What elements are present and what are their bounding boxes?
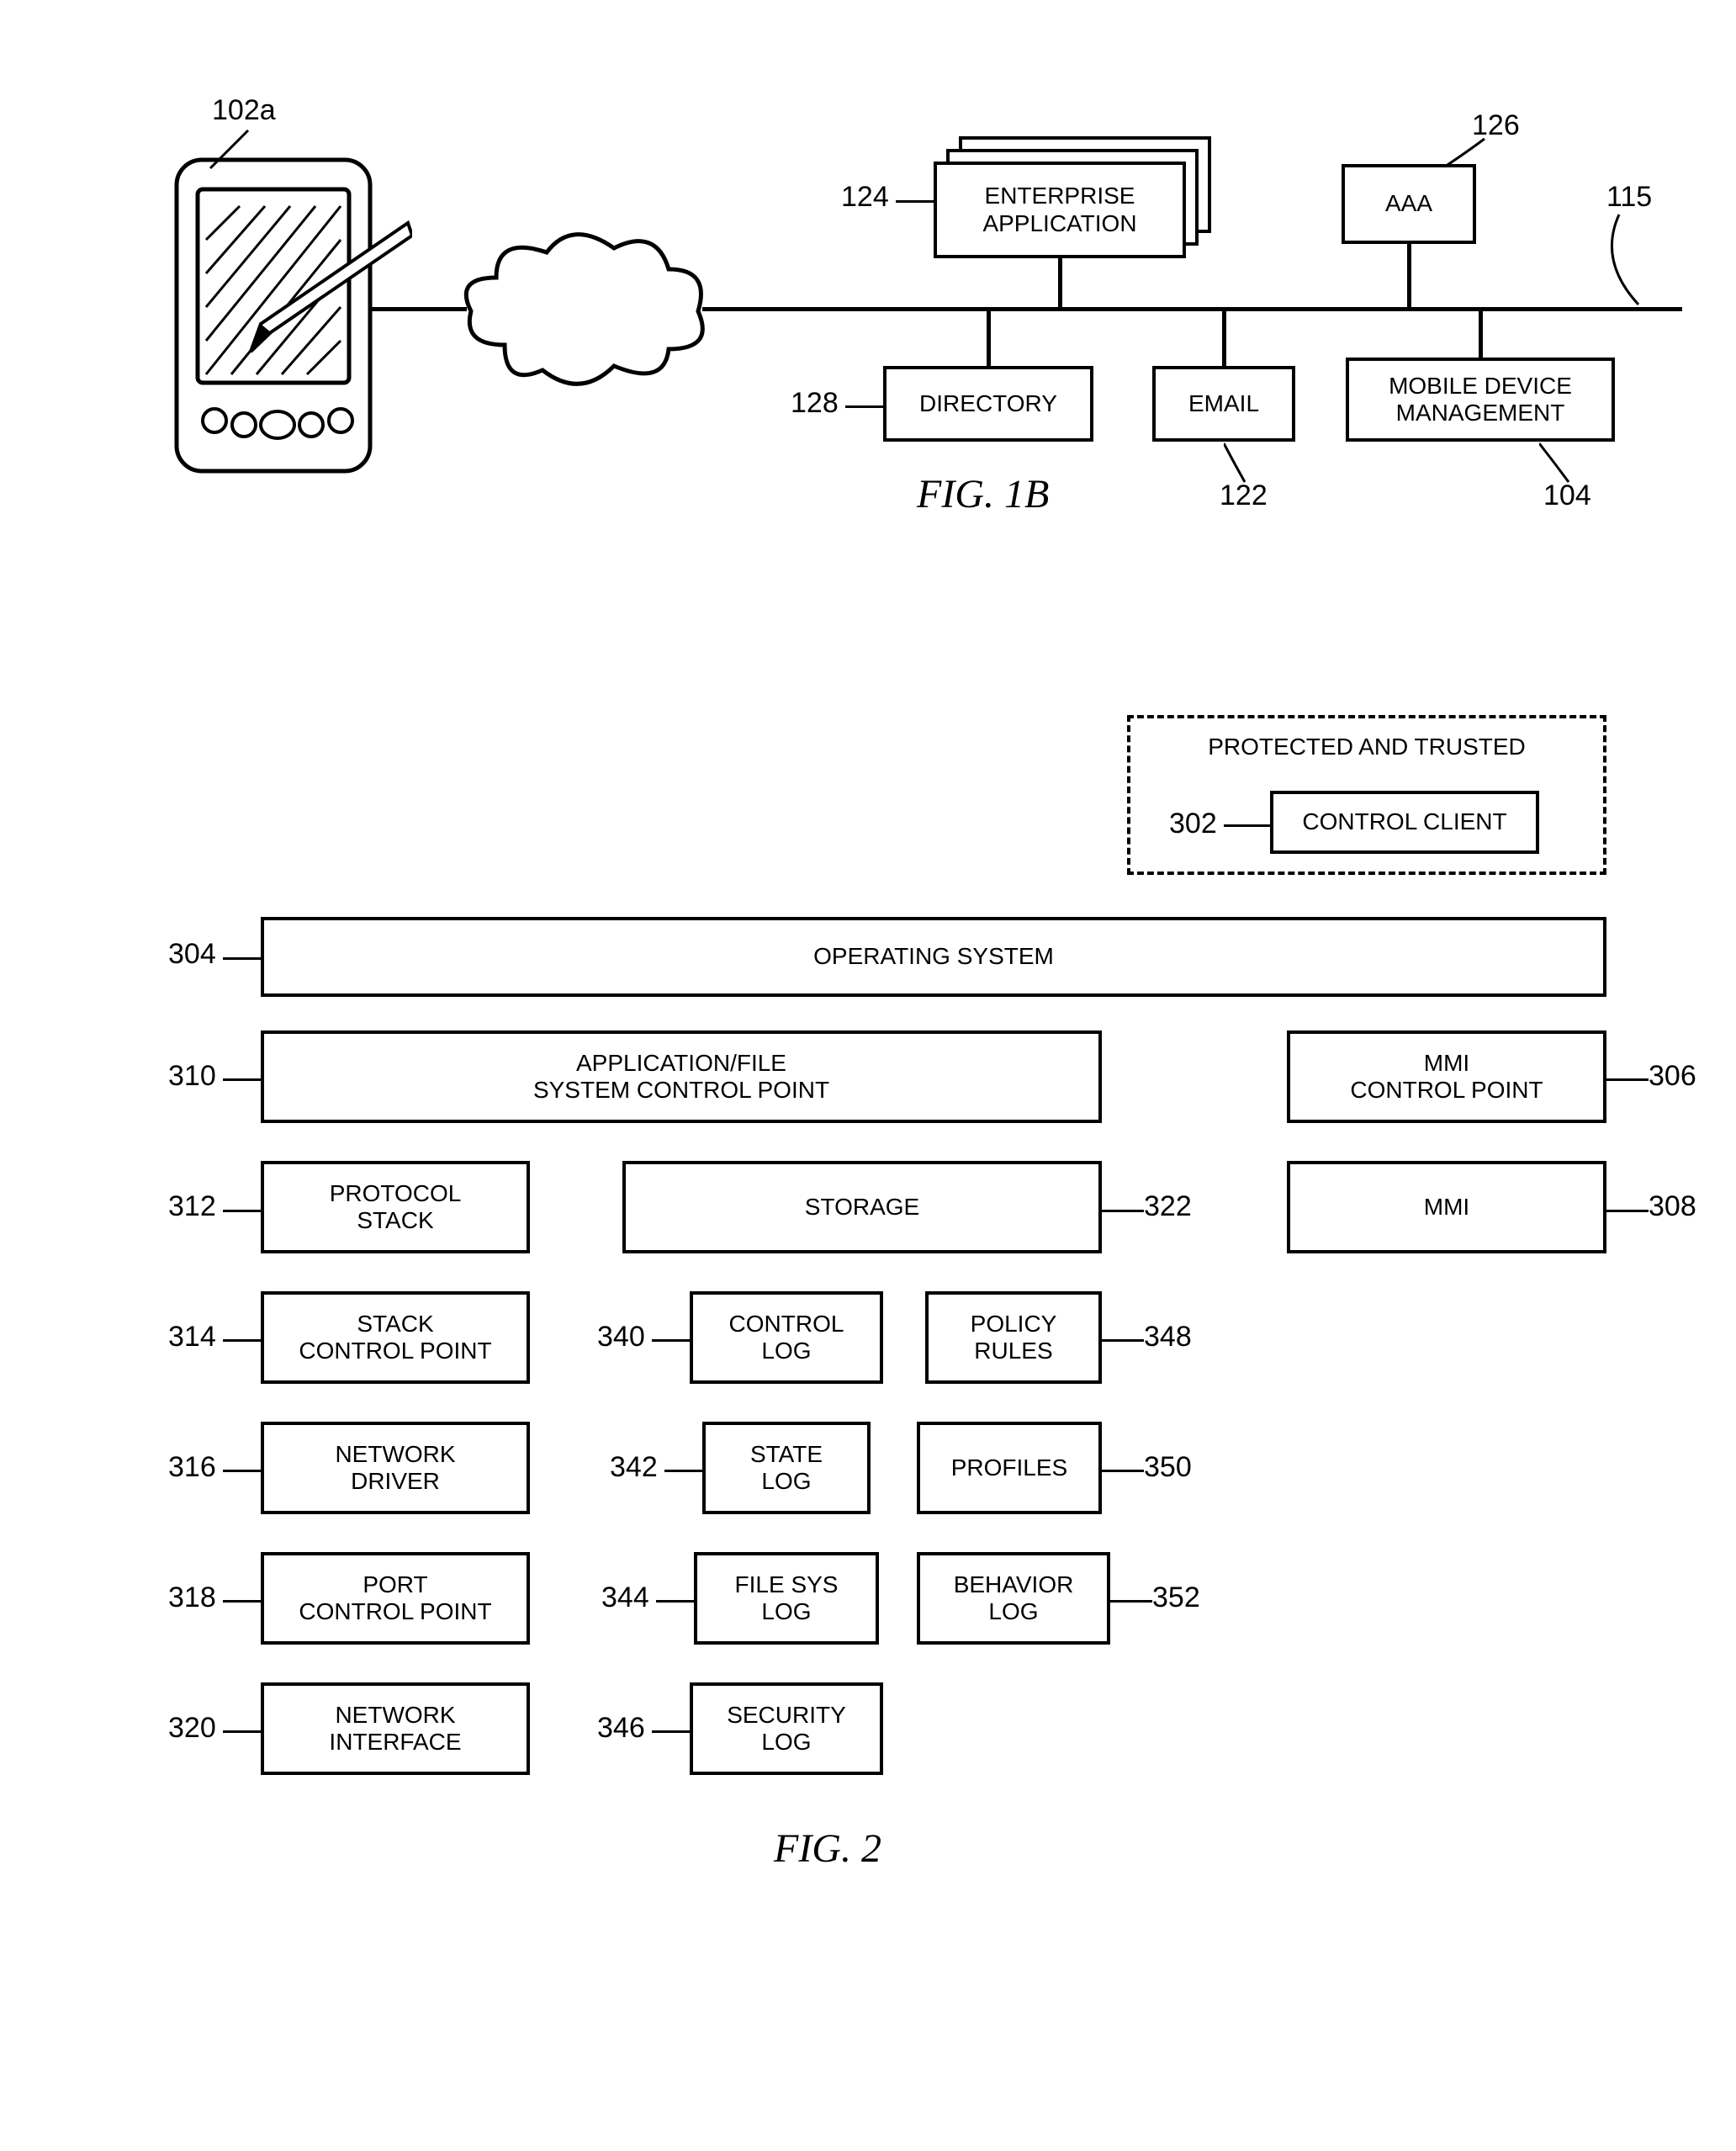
leader-314 [223, 1339, 261, 1342]
pda-cloud-link [370, 307, 467, 311]
leader-350 [1102, 1470, 1144, 1472]
leader-344 [656, 1600, 694, 1603]
ref-124: 124 [841, 181, 889, 214]
file-sys-log-box: FILE SYS LOG [694, 1552, 879, 1645]
network-interface-box: NETWORK INTERFACE [261, 1682, 530, 1775]
protocol-stack-box: PROTOCOL STACK [261, 1161, 530, 1253]
protected-trusted-label: PROTECTED AND TRUSTED [1208, 734, 1526, 760]
cloud-icon [454, 219, 715, 404]
aaa-box: AAA [1342, 164, 1476, 244]
cloud-bus-link [702, 307, 791, 311]
ref-308: 308 [1649, 1190, 1696, 1223]
mmi-box: MMI [1287, 1161, 1606, 1253]
ref-314: 314 [168, 1321, 216, 1354]
pda-device-icon [143, 143, 412, 496]
leader-320 [223, 1730, 261, 1733]
behavior-log-box: BEHAVIOR LOG [917, 1552, 1110, 1645]
leader-128 [845, 405, 883, 408]
leader-122 [1224, 442, 1266, 488]
leader-316 [223, 1470, 261, 1472]
network-driver-box: NETWORK DRIVER [261, 1422, 530, 1514]
operating-system-box: OPERATING SYSTEM [261, 917, 1606, 997]
profiles-box: PROFILES [917, 1422, 1102, 1514]
leader-306 [1606, 1078, 1649, 1081]
ref-320: 320 [168, 1712, 216, 1745]
security-log-box: SECURITY LOG [690, 1682, 883, 1775]
leader-346 [652, 1730, 690, 1733]
ref-344: 344 [601, 1581, 649, 1614]
leader-318 [223, 1600, 261, 1603]
control-log-box: CONTROL LOG [690, 1291, 883, 1384]
leader-312 [223, 1210, 261, 1212]
state-log-box: STATE LOG [702, 1422, 871, 1514]
enterprise-drop [1058, 258, 1062, 309]
ref-350: 350 [1144, 1451, 1192, 1484]
leader-310 [223, 1078, 261, 1081]
port-cp-box: PORT CONTROL POINT [261, 1552, 530, 1645]
ref-340: 340 [597, 1321, 645, 1354]
control-client-box: CONTROL CLIENT [1270, 791, 1539, 854]
fig-2-label: FIG. 2 [774, 1825, 881, 1872]
ref-352: 352 [1152, 1581, 1200, 1614]
leader-126 [1438, 135, 1497, 172]
directory-box: DIRECTORY [883, 366, 1093, 442]
stack-cp-box: STACK CONTROL POINT [261, 1291, 530, 1384]
ref-304: 304 [168, 938, 216, 971]
leader-340 [652, 1339, 690, 1342]
app-file-cp-box: APPLICATION/FILE SYSTEM CONTROL POINT [261, 1030, 1102, 1123]
leader-308 [1606, 1210, 1649, 1212]
leader-124 [896, 200, 934, 203]
leader-115 [1573, 210, 1657, 311]
network-bus [791, 307, 1682, 311]
ref-312: 312 [168, 1190, 216, 1223]
ref-115: 115 [1606, 181, 1652, 214]
ref-310: 310 [168, 1060, 216, 1093]
ref-342: 342 [610, 1451, 658, 1484]
leader-304 [223, 957, 261, 960]
leader-102a [202, 126, 278, 177]
leader-348 [1102, 1339, 1144, 1342]
storage-box: STORAGE [622, 1161, 1102, 1253]
mmi-cp-box: MMI CONTROL POINT [1287, 1030, 1606, 1123]
mdm-drop [1479, 309, 1483, 359]
email-drop [1222, 309, 1226, 368]
aaa-drop [1407, 244, 1411, 309]
ref-348: 348 [1144, 1321, 1192, 1354]
email-box: EMAIL [1152, 366, 1295, 442]
mdm-box: MOBILE DEVICE MANAGEMENT [1346, 358, 1615, 442]
leader-322 [1102, 1210, 1144, 1212]
policy-rules-box: POLICY RULES [925, 1291, 1102, 1384]
ref-316: 316 [168, 1451, 216, 1484]
leader-352 [1110, 1600, 1152, 1603]
ref-102a: 102a [212, 94, 276, 127]
ref-302: 302 [1169, 808, 1217, 840]
ref-306: 306 [1649, 1060, 1696, 1093]
leader-104 [1539, 442, 1590, 488]
fig-1b-label: FIG. 1B [917, 471, 1049, 517]
ref-322: 322 [1144, 1190, 1192, 1223]
leader-302 [1224, 824, 1270, 827]
ref-128: 128 [791, 387, 839, 420]
leader-342 [664, 1470, 702, 1472]
ref-318: 318 [168, 1581, 216, 1614]
enterprise-application-box: ENTERPRISE APPLICATION [934, 162, 1186, 258]
directory-drop [987, 309, 991, 368]
ref-346: 346 [597, 1712, 645, 1745]
